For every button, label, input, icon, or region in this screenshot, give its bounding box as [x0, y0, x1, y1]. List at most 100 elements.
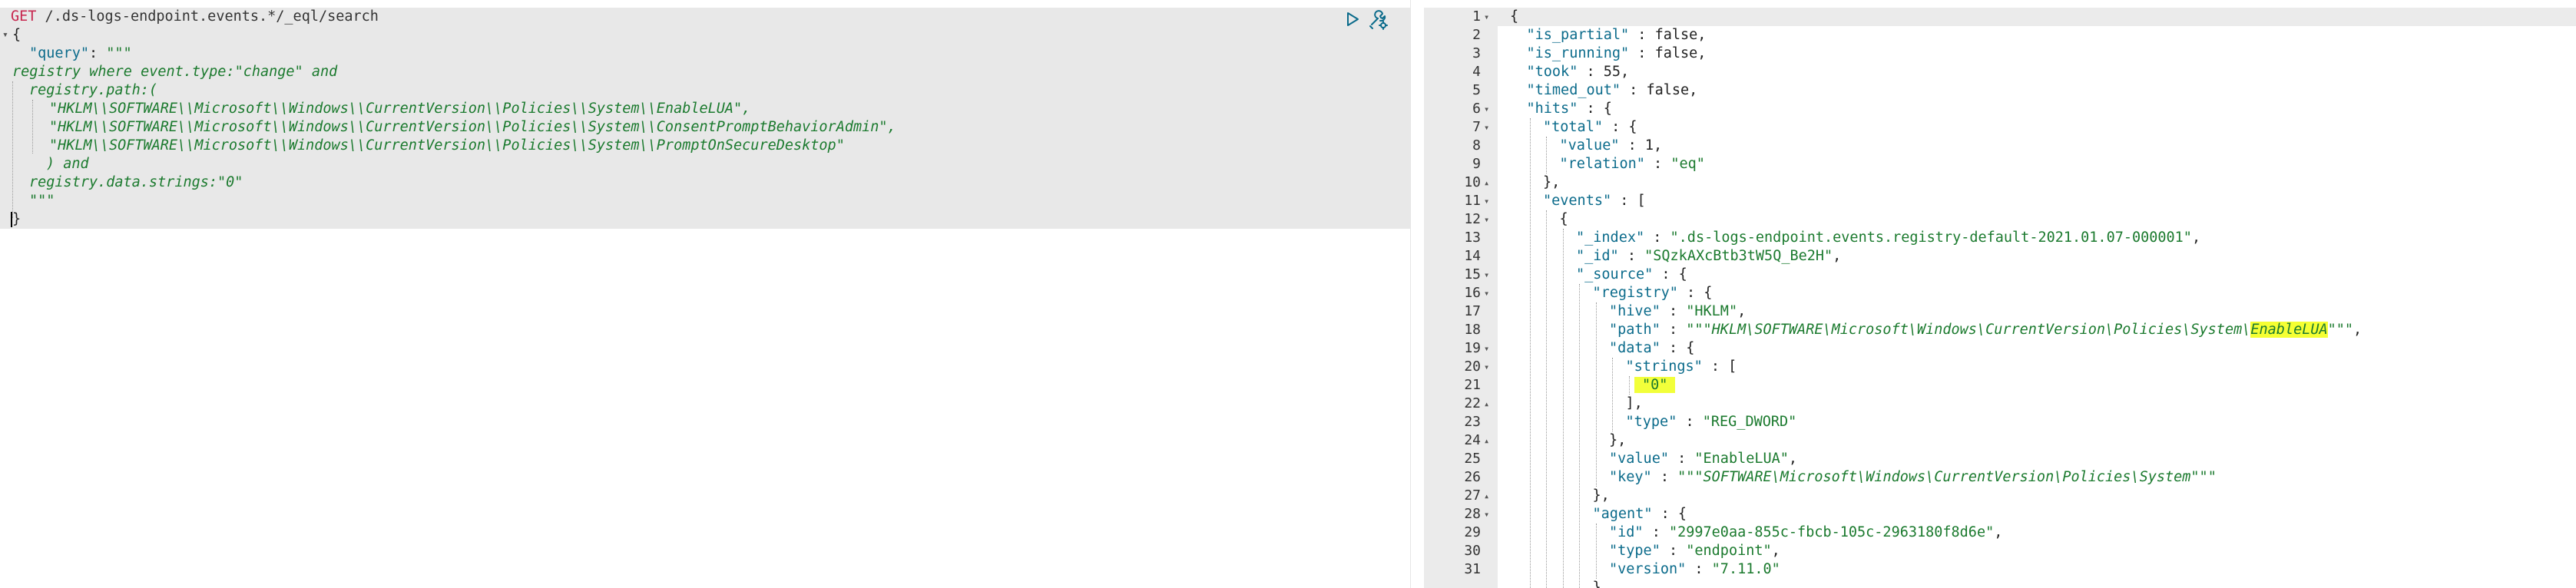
fold-toggle-icon[interactable]: ▾ — [1484, 192, 1489, 210]
request-line[interactable]: registry.path:( — [0, 81, 1410, 100]
code-token: : — [1686, 561, 1712, 577]
pane-resize-handle[interactable] — [1410, 0, 1425, 588]
fold-toggle-icon[interactable]: ▴ — [1484, 395, 1489, 413]
line-number: 29 — [1464, 524, 1481, 540]
code-token: }, — [1543, 174, 1561, 190]
code-token: { — [1510, 8, 1519, 25]
line-number: 21 — [1464, 377, 1481, 393]
request-line-text: } — [11, 210, 22, 229]
fold-toggle-icon[interactable]: ▾ — [1484, 118, 1489, 137]
code-token: ], — [1625, 395, 1643, 411]
dev-tools-console: GET /.ds-logs-endpoint.events.*/_eql/sea… — [0, 0, 2576, 588]
request-line-text: ) and — [46, 155, 89, 173]
fold-toggle-icon[interactable]: ▾ — [1484, 266, 1489, 284]
code-token: , — [1788, 451, 1798, 467]
request-line[interactable]: ) and — [0, 155, 1410, 173]
code-token: SOFTWARE\Microsoft\Windows\CurrentVersio… — [1703, 469, 2191, 485]
indent-guide — [1546, 137, 1547, 173]
fold-toggle-icon[interactable]: ▴ — [1484, 487, 1489, 505]
response-line-text: "agent" : { — [1593, 505, 1687, 524]
response-line-text: { — [1560, 210, 1568, 229]
response-line: 3 "is_running" : false, — [1424, 45, 2576, 63]
request-line[interactable]: registry.data.strings:"0" — [0, 173, 1410, 192]
fold-toggle-icon[interactable]: ▴ — [1484, 431, 1489, 450]
code-token: "HKLM\\SOFTWARE\\Microsoft\\Windows\\Cur… — [49, 119, 896, 135]
code-token: : — [1643, 524, 1669, 540]
code-token: }, — [1609, 432, 1627, 448]
code-token: "data" — [1609, 340, 1660, 356]
fold-toggle-icon[interactable]: ▾ — [1484, 284, 1489, 302]
request-line[interactable]: ▾{ — [0, 26, 1410, 45]
code-token: """ — [2327, 322, 2354, 338]
request-line[interactable]: registry where event.type:"change" and — [0, 63, 1410, 81]
response-line: 27 ▴}, — [1424, 487, 2576, 505]
request-line[interactable]: "HKLM\\SOFTWARE\\Microsoft\\Windows\\Cur… — [0, 100, 1410, 118]
request-line[interactable]: } — [0, 210, 1410, 229]
wrench-icon[interactable] — [1367, 9, 1389, 31]
response-line-text: "path" : """HKLM\SOFTWARE\Microsoft\Wind… — [1609, 321, 2362, 339]
response-line-text: "id" : "2997e0aa-855c-fbcb-105c-2963180f… — [1609, 524, 2002, 542]
line-number: 26 — [1464, 469, 1481, 485]
fold-toggle-icon[interactable]: ▾ — [1484, 100, 1489, 118]
response-line: 7 ▾ "total" : { — [1424, 118, 2576, 137]
code-token: "type" — [1625, 414, 1677, 430]
code-token: "total" — [1543, 119, 1603, 135]
line-number: 4 — [1472, 64, 1481, 80]
request-editor[interactable]: GET /.ds-logs-endpoint.events.*/_eql/sea… — [0, 0, 1410, 588]
fold-toggle-icon[interactable]: ▾ — [1484, 8, 1489, 26]
fold-toggle-icon[interactable]: ▾ — [2, 26, 8, 45]
response-line-text: "strings" : [ — [1626, 358, 1737, 376]
code-token: """ — [2190, 469, 2217, 485]
line-number: 22 — [1464, 395, 1481, 411]
response-line: 23 "type" : "REG_DWORD" — [1424, 413, 2576, 431]
request-line[interactable]: "query": """ — [0, 45, 1410, 63]
response-lines: 1 ▾{2 "is_partial" : false, 3 "is_running" :… — [1424, 8, 2576, 588]
code-token: "REG_DWORD" — [1702, 414, 1797, 430]
code-token: , — [2191, 230, 2201, 246]
request-line[interactable]: GET /.ds-logs-endpoint.events.*/_eql/sea… — [0, 8, 1410, 26]
request-line-text: "HKLM\\SOFTWARE\\Microsoft\\Windows\\Cur… — [49, 118, 896, 137]
code-token: , — [1833, 248, 1842, 264]
code-token: : false, — [1629, 27, 1707, 43]
line-number: 9 — [1472, 156, 1481, 172]
response-line: 20 ▾ "strings" : [ — [1424, 358, 2576, 376]
response-line: 6 ▾ "hits" : { — [1424, 100, 2576, 118]
code-token: : [ — [1702, 358, 1737, 375]
code-token: } — [1592, 580, 1601, 588]
response-line: 8 "value" : 1, — [1424, 137, 2576, 155]
code-token: : — [1651, 469, 1678, 485]
code-token: : — [1618, 248, 1645, 264]
request-line-text: registry.data.strings:"0" — [29, 173, 243, 192]
response-line: 10 ▴}, — [1424, 173, 2576, 192]
code-token: : — [1644, 156, 1671, 172]
request-lines: GET /.ds-logs-endpoint.events.*/_eql/sea… — [0, 8, 1410, 229]
fold-toggle-icon[interactable]: ▴ — [1484, 173, 1489, 192]
response-line-text: "took" : 55, — [1527, 63, 1630, 81]
code-token: , — [1771, 543, 1780, 559]
response-line: 5 "timed_out" : false, — [1424, 81, 2576, 100]
response-line-text: "hits" : { — [1527, 100, 1612, 118]
play-icon[interactable] — [1344, 11, 1361, 28]
response-line-text: "0" — [1634, 376, 1676, 395]
response-line: 26 "key" : """SOFTWARE\Microsoft\Windows\… — [1424, 468, 2576, 487]
fold-toggle-icon[interactable]: ▾ — [1484, 210, 1489, 229]
indent-guide — [1628, 376, 1630, 395]
response-line: 25 "value" : "EnableLUA", — [1424, 450, 2576, 468]
code-token: "HKLM\\SOFTWARE\\Microsoft\\Windows\\Cur… — [49, 101, 751, 117]
request-line[interactable]: "HKLM\\SOFTWARE\\Microsoft\\Windows\\Cur… — [0, 137, 1410, 155]
fold-toggle-icon[interactable]: ▾ — [1484, 505, 1489, 524]
code-token: , — [1994, 524, 2003, 540]
code-token: } — [12, 211, 22, 227]
response-line-text: "_index" : ".ds-logs-endpoint.events.reg… — [1576, 229, 2200, 247]
fold-toggle-icon[interactable]: ▾ — [1484, 339, 1489, 358]
line-number: 25 — [1464, 451, 1481, 467]
response-line: 14 "_id" : "SQzkAXcBtb3tW5Q_Be2H", — [1424, 247, 2576, 266]
code-token: "agent" — [1592, 506, 1653, 522]
code-token: "relation" — [1559, 156, 1645, 172]
code-token: "registry" — [1592, 285, 1678, 301]
fold-toggle-icon[interactable]: ▾ — [1484, 358, 1489, 376]
code-token: : — [1660, 543, 1687, 559]
request-line[interactable]: "HKLM\\SOFTWARE\\Microsoft\\Windows\\Cur… — [0, 118, 1410, 137]
code-token: "_index" — [1576, 230, 1645, 246]
request-line[interactable]: """ — [0, 192, 1410, 210]
